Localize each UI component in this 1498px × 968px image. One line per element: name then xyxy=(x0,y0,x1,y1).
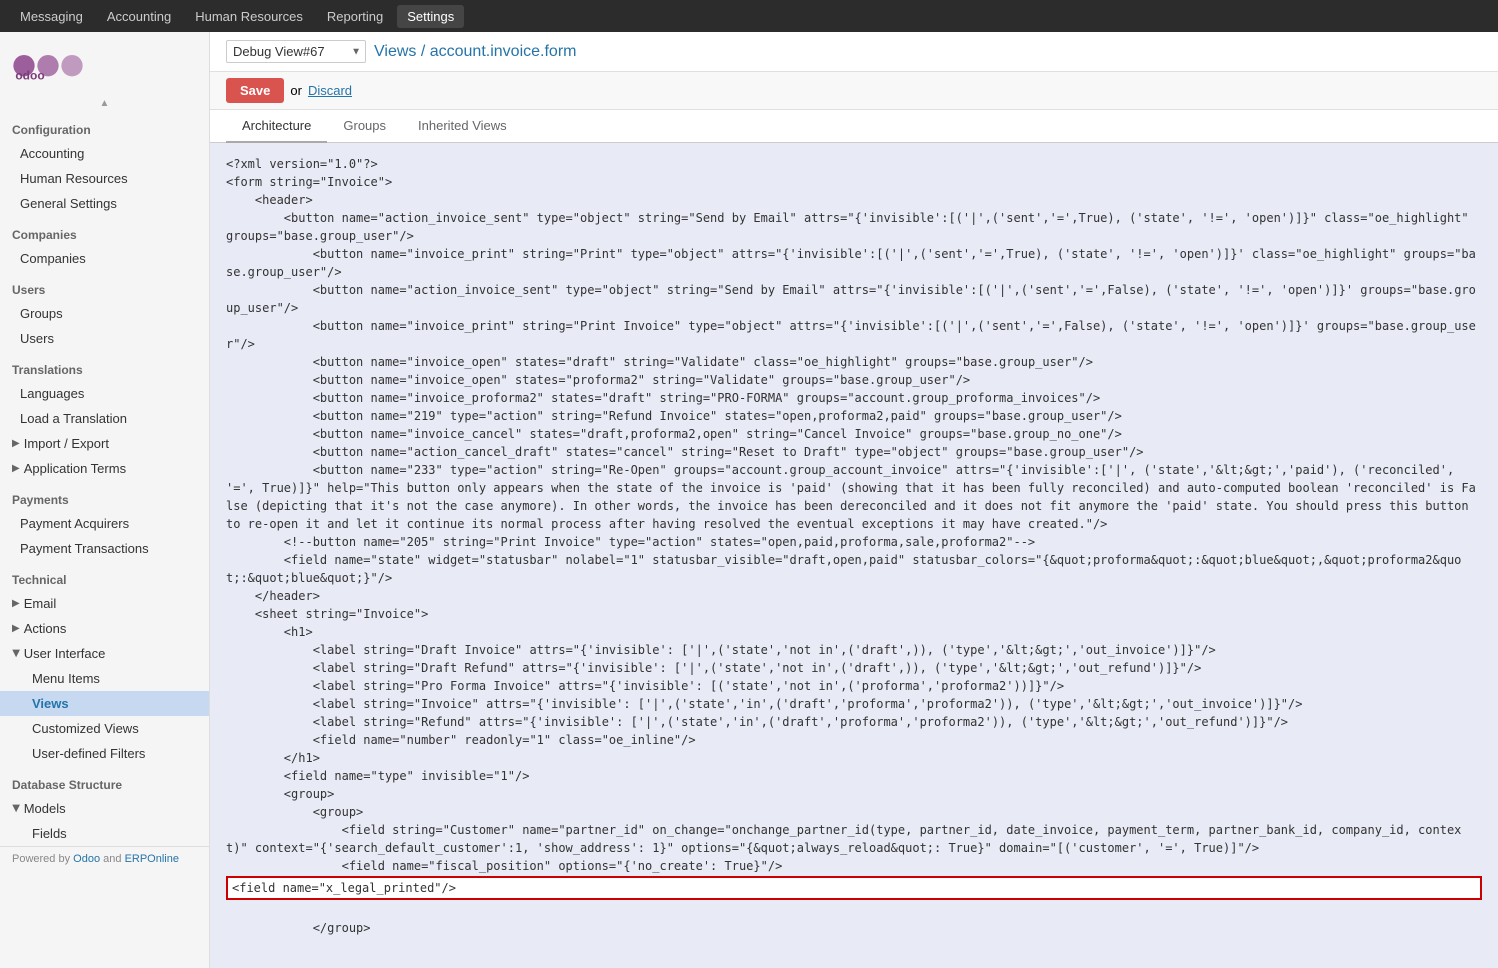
sidebar-item-label: Email xyxy=(24,596,57,611)
save-button[interactable]: Save xyxy=(226,78,284,103)
sidebar-item-import-export[interactable]: ▶ Import / Export xyxy=(0,431,209,456)
sidebar-item-models[interactable]: ▶ Models xyxy=(0,796,209,821)
nav-item-reporting[interactable]: Reporting xyxy=(317,5,393,28)
tab-architecture[interactable]: Architecture xyxy=(226,110,327,143)
odoo-link[interactable]: Odoo xyxy=(73,853,100,865)
debug-select-input[interactable]: Debug View#67 xyxy=(226,40,366,63)
arrow-icon: ▶ xyxy=(10,805,21,813)
sidebar-item-users[interactable]: Users xyxy=(0,326,209,351)
breadcrumb-bar: Debug View#67 ▼ Views / account.invoice.… xyxy=(210,32,1498,72)
sidebar-section-companies: Companies Companies xyxy=(0,220,209,271)
powered-by: Powered by Odoo and ERPOnline xyxy=(0,846,209,871)
tab-inherited-views[interactable]: Inherited Views xyxy=(402,110,523,143)
sidebar-item-menu-items[interactable]: Menu Items xyxy=(0,666,209,691)
section-title-technical: Technical xyxy=(0,565,209,591)
erponline-link[interactable]: ERPOnline xyxy=(125,853,179,865)
logo-area: odoo xyxy=(0,32,209,96)
sidebar-item-user-interface[interactable]: ▶ User Interface xyxy=(0,641,209,666)
navigation-bar: MessagingAccountingHuman ResourcesReport… xyxy=(0,0,1498,32)
breadcrumb-current: account.invoice.form xyxy=(430,43,577,60)
svg-text:odoo: odoo xyxy=(15,69,44,83)
tab-groups[interactable]: Groups xyxy=(327,110,402,143)
sidebar-item-label: User Interface xyxy=(24,646,106,661)
breadcrumb-title: Views / account.invoice.form xyxy=(374,43,576,61)
sidebar: odoo ▲ Configuration Accounting Human Re… xyxy=(0,32,210,968)
nav-item-human-resources[interactable]: Human Resources xyxy=(185,5,313,28)
sidebar-item-views[interactable]: Views xyxy=(0,691,209,716)
sidebar-item-application-terms[interactable]: ▶ Application Terms xyxy=(0,456,209,481)
powered-by-text: Powered by xyxy=(12,853,70,865)
or-label: or xyxy=(290,83,302,98)
scroll-up-button[interactable]: ▲ xyxy=(0,96,209,111)
sidebar-item-fields[interactable]: Fields xyxy=(0,821,209,846)
section-title-configuration: Configuration xyxy=(0,115,209,141)
nav-item-settings[interactable]: Settings xyxy=(397,5,464,28)
section-title-companies: Companies xyxy=(0,220,209,246)
sidebar-item-label: Actions xyxy=(24,621,67,636)
arrow-icon: ▶ xyxy=(12,623,20,634)
section-title-translations: Translations xyxy=(0,355,209,381)
sidebar-section-payments: Payments Payment Acquirers Payment Trans… xyxy=(0,485,209,561)
breadcrumb-prefix: Views / xyxy=(374,43,425,60)
sidebar-item-general-settings[interactable]: General Settings xyxy=(0,191,209,216)
sidebar-item-accounting[interactable]: Accounting xyxy=(0,141,209,166)
top-nav: MessagingAccountingHuman ResourcesReport… xyxy=(0,0,1498,32)
nav-item-messaging[interactable]: Messaging xyxy=(10,5,93,28)
section-title-users: Users xyxy=(0,275,209,301)
discard-button[interactable]: Discard xyxy=(308,83,352,98)
section-title-payments: Payments xyxy=(0,485,209,511)
arrow-icon: ▶ xyxy=(12,438,20,449)
main-panel: Debug View#67 ▼ Views / account.invoice.… xyxy=(210,32,1498,968)
sidebar-item-label: Application Terms xyxy=(24,461,126,476)
sidebar-item-groups[interactable]: Groups xyxy=(0,301,209,326)
sidebar-section-database-structure: Database Structure ▶ Models Fields xyxy=(0,770,209,846)
sidebar-item-customized-views[interactable]: Customized Views xyxy=(0,716,209,741)
sidebar-item-label: Models xyxy=(24,801,66,816)
code-content: <?xml version="1.0"?> <form string="Invo… xyxy=(226,155,1482,937)
sidebar-item-payment-acquirers[interactable]: Payment Acquirers xyxy=(0,511,209,536)
sidebar-item-languages[interactable]: Languages xyxy=(0,381,209,406)
sidebar-section-users: Users Groups Users xyxy=(0,275,209,351)
sidebar-section-technical: Technical ▶ Email ▶ Actions ▶ User Inter… xyxy=(0,565,209,766)
sidebar-item-payment-transactions[interactable]: Payment Transactions xyxy=(0,536,209,561)
nav-item-accounting[interactable]: Accounting xyxy=(97,5,181,28)
sidebar-item-label: Import / Export xyxy=(24,436,109,451)
sidebar-item-user-defined-filters[interactable]: User-defined Filters xyxy=(0,741,209,766)
main-layout: odoo ▲ Configuration Accounting Human Re… xyxy=(0,32,1498,968)
arrow-icon: ▶ xyxy=(12,598,20,609)
sidebar-section-configuration: Configuration Accounting Human Resources… xyxy=(0,115,209,216)
sidebar-item-human-resources[interactable]: Human Resources xyxy=(0,166,209,191)
odoo-logo-icon: odoo xyxy=(12,46,92,86)
sidebar-item-actions[interactable]: ▶ Actions xyxy=(0,616,209,641)
sidebar-item-load-translation[interactable]: Load a Translation xyxy=(0,406,209,431)
sidebar-item-email[interactable]: ▶ Email xyxy=(0,591,209,616)
sidebar-item-companies[interactable]: Companies xyxy=(0,246,209,271)
debug-view-selector[interactable]: Debug View#67 ▼ xyxy=(226,40,366,63)
and-text: and xyxy=(103,853,121,865)
tabs-bar: Architecture Groups Inherited Views xyxy=(210,110,1498,143)
arrow-icon: ▶ xyxy=(12,463,20,474)
action-bar: Save or Discard xyxy=(210,72,1498,110)
code-editor: <?xml version="1.0"?> <form string="Invo… xyxy=(210,143,1498,968)
section-title-database-structure: Database Structure xyxy=(0,770,209,796)
arrow-icon: ▶ xyxy=(10,650,21,658)
sidebar-section-translations: Translations Languages Load a Translatio… xyxy=(0,355,209,481)
